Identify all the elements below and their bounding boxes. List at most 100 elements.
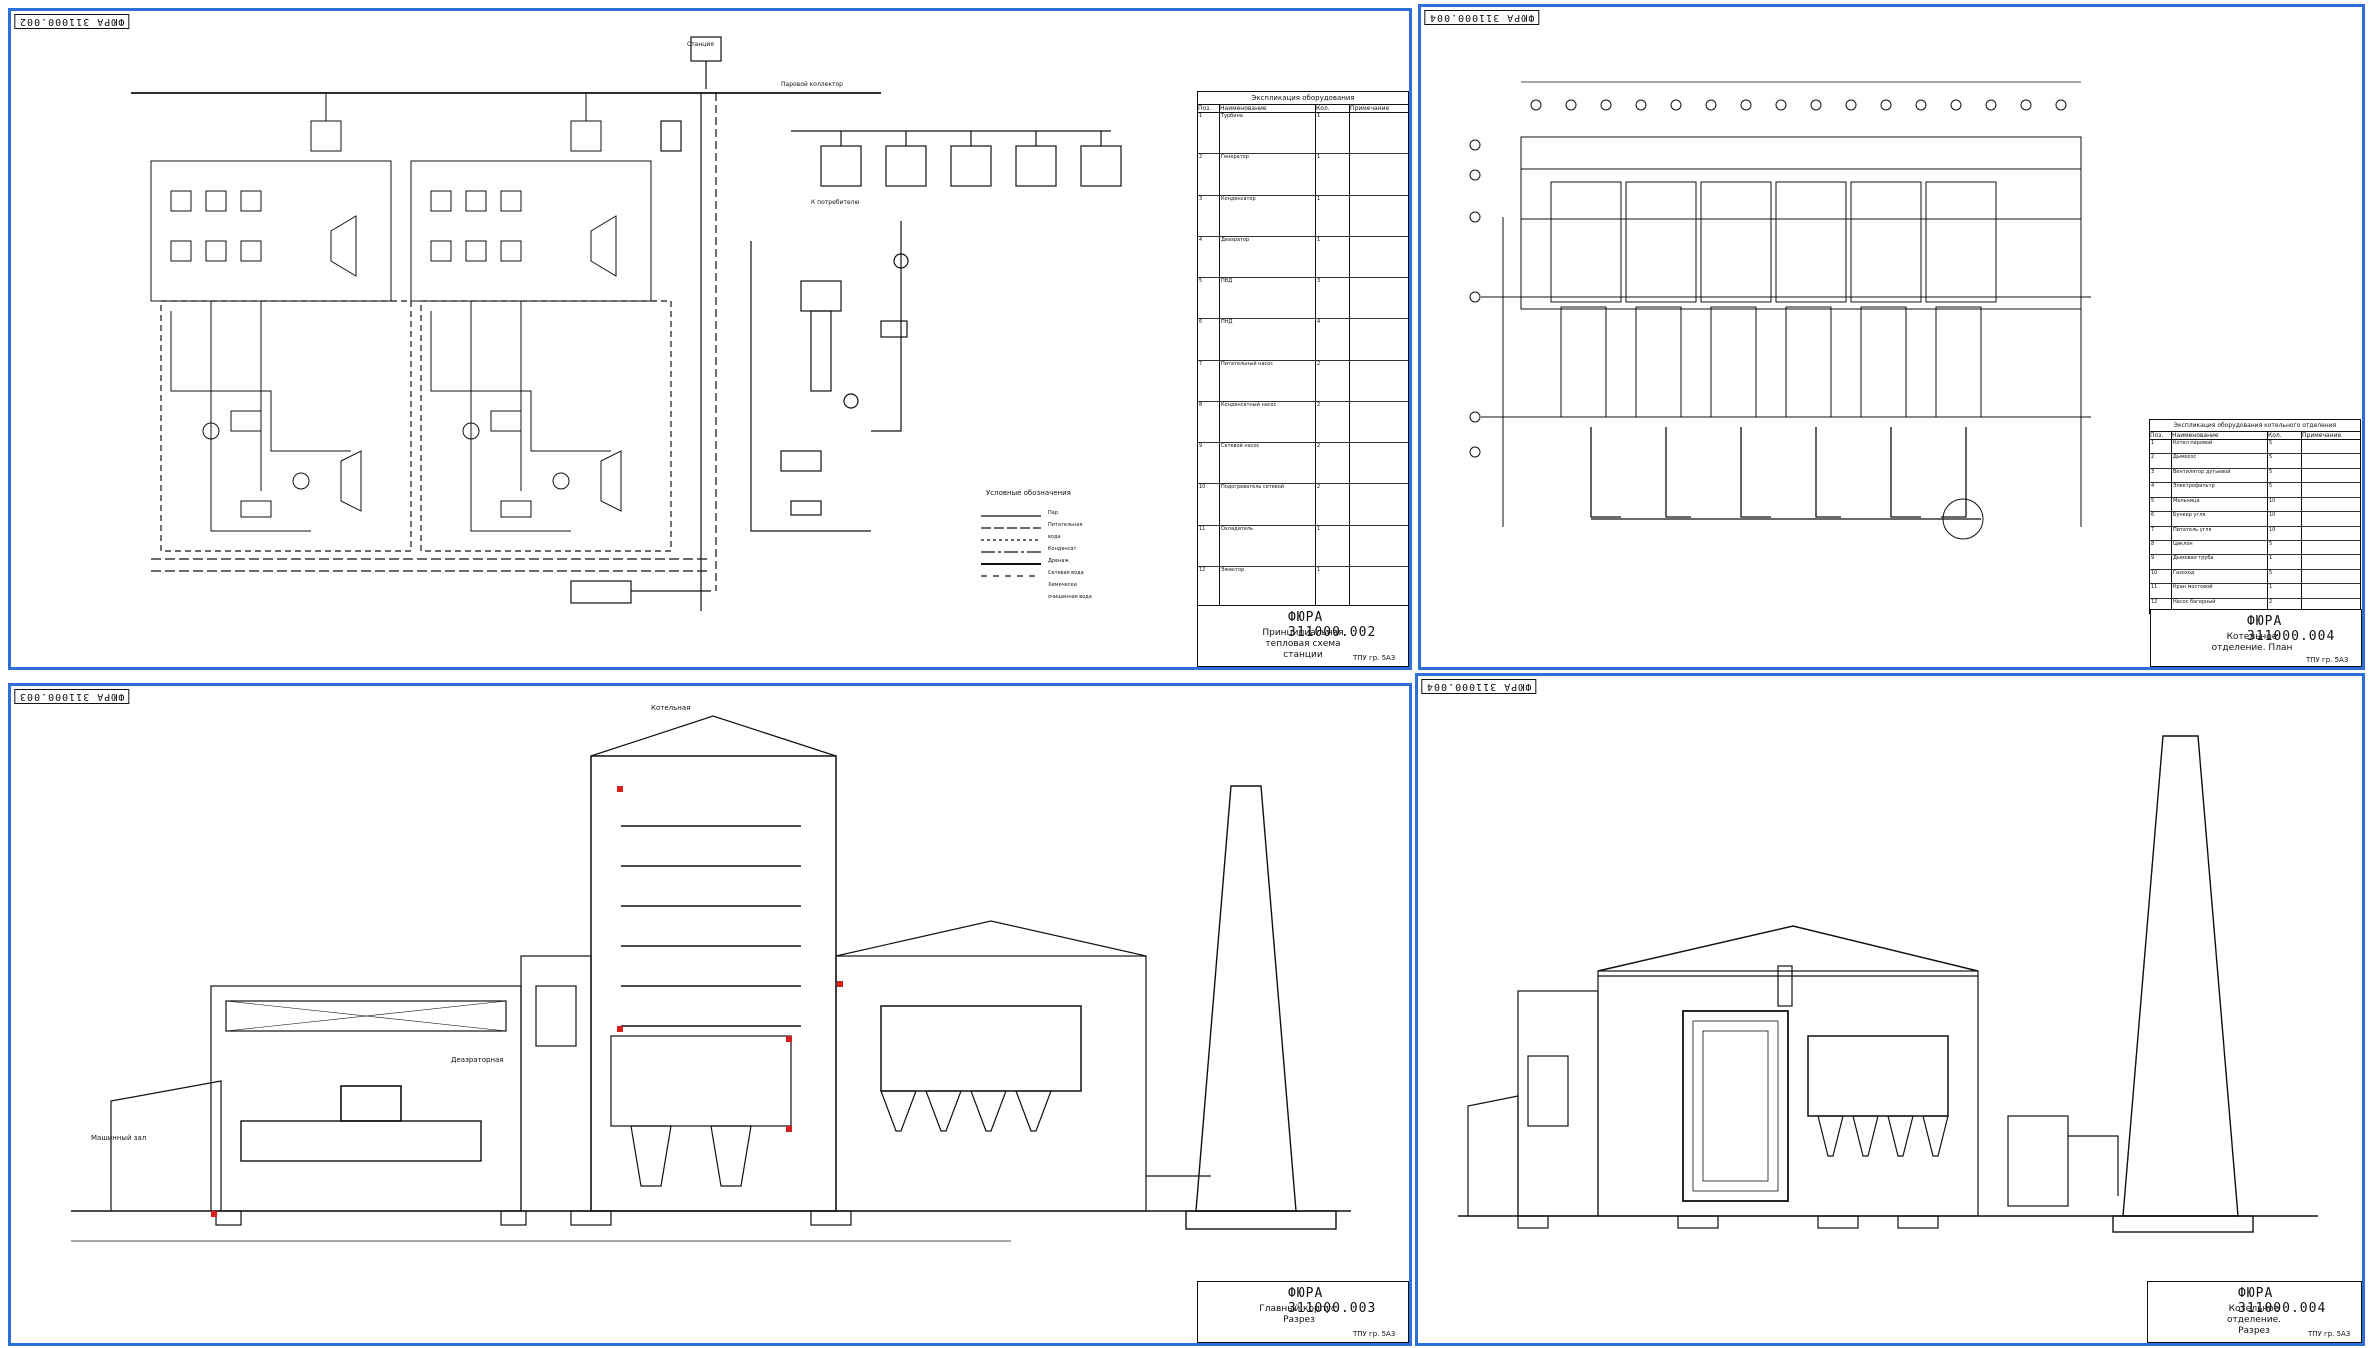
spec-table-row: 7 Питатель угля 10 — [2150, 526, 2360, 541]
spec-table-row: 3 Вентилятор дутьевой 5 — [2150, 468, 2360, 484]
spec-cell: 2 — [1198, 154, 1220, 195]
drawing-sheet-boiler-plan[interactable]: ФЮРА 311000.004 Экспликация оборудования… — [1418, 4, 2365, 670]
spec-cell: 10 — [2268, 526, 2302, 540]
spec-cell: 6 — [1198, 319, 1220, 360]
spec-table-row: 7 Питательный насос 2 — [1198, 360, 1408, 402]
spec-cell: 10 — [2268, 512, 2302, 526]
spec-cell: Мельница — [2172, 497, 2268, 512]
spec-cell: 4 — [1198, 236, 1220, 277]
flue-ducts — [1590, 427, 1981, 520]
spec-table-row: 8 Конденсатный насос 2 — [1198, 401, 1408, 443]
spec-cell: Питательный насос — [1220, 360, 1316, 401]
spec-cell: 7 — [1198, 360, 1220, 401]
label-station: Станция — [687, 41, 714, 48]
drawing-sheet-thermal-scheme[interactable]: ФЮРА 311000.002 Станция Паровой коллекто… — [8, 8, 1412, 670]
turbine-unit-2 — [410, 93, 652, 532]
spec-cell — [2302, 527, 2360, 540]
spec-cell: 1 — [1316, 566, 1350, 607]
spec-cell: 1 — [1198, 113, 1220, 154]
spec-table-row: 12 Эжектор 1 — [1198, 566, 1408, 608]
spec-cell: Сетевой насос — [1220, 443, 1316, 484]
spec-cell: 9 — [2150, 555, 2172, 569]
spec-table-row: 1 Турбина 1 — [1198, 113, 1408, 155]
spec-cell — [1350, 361, 1408, 401]
spec-cell: 5 — [2268, 483, 2302, 497]
spec-cell: Эжектор — [1220, 566, 1316, 607]
spec-table-row: 3 Конденсатор 1 — [1198, 195, 1408, 237]
spec-cell: 1 — [2268, 584, 2302, 598]
spec-cell — [2302, 584, 2360, 597]
spec-cell: 11 — [2150, 584, 2172, 598]
drawing-sheet-main-building-section[interactable]: ФЮРА 311000.003 Машинный зал Деаэраторна… — [8, 683, 1412, 1346]
title-block: ФЮРА 311000.004 Котельное отделение. Пла… — [2150, 609, 2362, 667]
title-block-title: Принципиальная тепловая схема станции — [1262, 628, 1344, 660]
spec-table-row: 9 Сетевой насос 2 — [1198, 443, 1408, 485]
spec-table-row: 2 Генератор 1 — [1198, 154, 1408, 196]
spec-cell: 4 — [1316, 319, 1350, 360]
spec-cell — [2302, 498, 2360, 511]
drawing-sheet-boiler-section[interactable]: ФЮРА 311000.004 ФЮРА 311000.004 Котельно… — [1415, 673, 2365, 1346]
label-deaerator-bay: Деаэраторная — [451, 1056, 504, 1064]
spec-cell: Дымосос — [2172, 454, 2268, 468]
legend-item: Питательная вода — [1048, 522, 1083, 540]
spec-cell: 5 — [2150, 497, 2172, 512]
boiler-body — [1682, 1010, 1789, 1202]
spec-cell: ПНД — [1220, 319, 1316, 360]
red-markers — [211, 786, 843, 1217]
spec-table-row: 6 Бункер угля 10 — [2150, 512, 2360, 527]
spec-cell: 2 — [2150, 454, 2172, 468]
spec-table-row: 4 Деаэратор 1 — [1198, 236, 1408, 278]
title-block-org: ТПУ гр. 5А3 — [1353, 654, 1396, 662]
spec-cell — [1350, 154, 1408, 194]
legend-item: Дренаж — [1048, 558, 1069, 564]
spec-cell: Питатель угля — [2172, 526, 2268, 540]
spec-cell: 1 — [2268, 555, 2302, 569]
spec-cell: Циклон — [2172, 540, 2268, 555]
spec-cell: Охладитель — [1220, 525, 1316, 566]
spec-column-headers: Поз. Наименование Кол. Примечание — [1198, 105, 1408, 113]
spec-cell: 5 — [2268, 569, 2302, 584]
spec-cell: 10 — [2150, 569, 2172, 584]
spec-table-row: 4 Электрофильтр 5 — [2150, 483, 2360, 498]
title-block: ФЮРА 311000.004 Котельное отделение. Раз… — [2147, 1281, 2362, 1343]
spec-cell: 1 — [1316, 154, 1350, 195]
spec-cell: 2 — [1316, 484, 1350, 525]
spec-cell: Дымовая труба — [2172, 555, 2268, 569]
consumer-units — [820, 131, 1122, 187]
legend: Условные обозначения Пар Питательная вод… — [986, 489, 1096, 600]
title-block: ФЮРА 311000.003 Главный корпус. Разрез Т… — [1197, 1281, 1409, 1343]
spec-cell — [1350, 484, 1408, 524]
title-block-org: ТПУ гр. 5А3 — [1353, 1330, 1396, 1338]
spec-cell — [2302, 512, 2360, 525]
label-consumer: К потребителю — [811, 199, 860, 206]
spec-cell: 3 — [1198, 195, 1220, 236]
spec-cell: 1 — [1316, 525, 1350, 566]
spec-cell: Генератор — [1220, 154, 1316, 195]
spec-cell: Конденсатный насос — [1220, 401, 1316, 442]
spec-cell: 10 — [2268, 497, 2302, 512]
spec-cell — [1350, 402, 1408, 442]
title-block-org: ТПУ гр. 5А3 — [2308, 1330, 2351, 1338]
spec-cell — [1350, 237, 1408, 277]
spec-cell — [1350, 196, 1408, 236]
spec-cell — [2302, 570, 2360, 583]
spec-cell — [1350, 567, 1408, 607]
title-block: ФЮРА 311000.002 Принципиальная тепловая … — [1197, 605, 1409, 667]
spec-cell: Вентилятор дутьевой — [2172, 468, 2268, 483]
legend-item: Сетевая вода — [1048, 570, 1084, 576]
spec-cell — [2302, 454, 2360, 467]
spec-cell: Конденсатор — [1220, 195, 1316, 236]
spec-cell: Электрофильтр — [2172, 483, 2268, 497]
label-boiler-house: Котельная — [651, 704, 691, 712]
spec-cell: 3 — [2150, 468, 2172, 483]
spec-cell: Деаэратор — [1220, 236, 1316, 277]
spec-cell: 1 — [1316, 113, 1350, 154]
spec-cell: 2 — [1316, 443, 1350, 484]
spec-cell: ПВД — [1220, 278, 1316, 319]
spec-cell — [2302, 469, 2360, 482]
title-block-title: Главный корпус. Разрез — [1259, 1304, 1339, 1325]
spec-cell: Подогреватель сетевой — [1220, 484, 1316, 525]
boiler-units — [1550, 181, 1997, 418]
spec-cell — [2302, 541, 2360, 554]
legend-item: Конденсат — [1048, 546, 1077, 552]
